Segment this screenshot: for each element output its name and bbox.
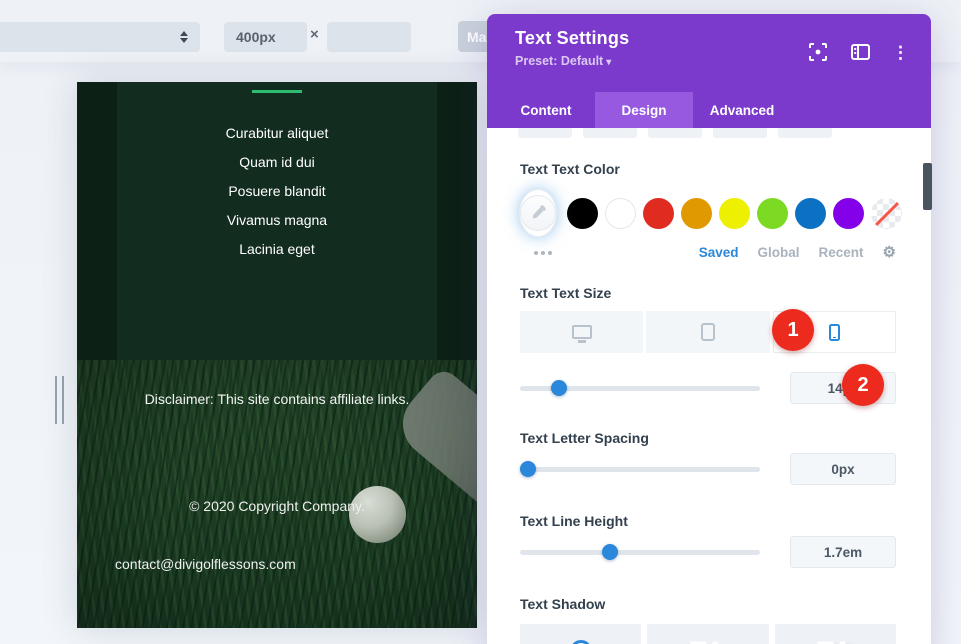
shadow-preset-down[interactable]: TA bbox=[647, 624, 768, 644]
slider-handle[interactable] bbox=[551, 380, 567, 396]
cut-off-button[interactable] bbox=[518, 128, 572, 138]
footer-link[interactable]: Curabitur aliquet bbox=[77, 119, 477, 148]
color-swatch-purple[interactable] bbox=[833, 198, 864, 229]
text-size-label: Text Text Size bbox=[520, 285, 896, 301]
sidebar-layout-icon[interactable] bbox=[850, 42, 870, 62]
text-size-slider[interactable] bbox=[520, 380, 760, 396]
chevron-down-icon: ▾ bbox=[606, 57, 611, 68]
tab-content[interactable]: Content bbox=[497, 92, 595, 128]
text-size-control: 14px bbox=[520, 372, 896, 404]
no-shadow-icon bbox=[570, 640, 592, 644]
footer-grass-section: Disclaimer: This site contains affiliate… bbox=[77, 360, 477, 628]
modal-tab-bar: Content Design Advanced bbox=[487, 92, 931, 128]
page-preview: Curabitur aliquet Quam id dui Posuere bl… bbox=[77, 82, 477, 628]
responsive-device-tabs bbox=[520, 311, 896, 353]
slider-handle[interactable] bbox=[602, 544, 618, 560]
cut-off-button[interactable] bbox=[648, 128, 702, 138]
select-stepper-icon bbox=[180, 31, 188, 43]
color-picker-button[interactable] bbox=[520, 190, 556, 236]
desktop-icon bbox=[572, 325, 592, 339]
global-colors-link[interactable]: Global bbox=[758, 245, 800, 260]
letter-spacing-control: 0px bbox=[520, 453, 896, 485]
device-tab-tablet[interactable] bbox=[646, 311, 769, 353]
more-colors-dots-icon[interactable] bbox=[520, 251, 566, 255]
footer-link[interactable]: Quam id dui bbox=[77, 148, 477, 177]
footer-link[interactable]: Vivamus magna bbox=[77, 206, 477, 235]
annotation-badge-2: 2 bbox=[842, 364, 884, 406]
line-height-value[interactable]: 1.7em bbox=[790, 536, 896, 568]
footer-link[interactable]: Posuere blandit bbox=[77, 177, 477, 206]
focus-mode-icon[interactable] bbox=[808, 42, 828, 62]
green-divider-line bbox=[252, 90, 302, 93]
preview-resize-handle[interactable] bbox=[55, 376, 71, 424]
tab-design[interactable]: Design bbox=[595, 92, 693, 128]
copyright-text: © 2020 Copyright Company. bbox=[77, 498, 477, 514]
line-height-slider[interactable] bbox=[520, 544, 760, 560]
dimension-multiply-sign: × bbox=[310, 26, 319, 43]
color-swatch-none[interactable] bbox=[871, 198, 902, 229]
more-options-icon[interactable]: ⋮ bbox=[892, 44, 909, 61]
gear-icon[interactable]: ⚙ bbox=[883, 245, 896, 260]
color-swatches bbox=[567, 198, 902, 229]
color-swatch-row bbox=[520, 190, 896, 236]
tablet-icon bbox=[701, 323, 715, 341]
preview-zoom-select[interactable] bbox=[0, 22, 200, 52]
footer-links-list: Curabitur aliquet Quam id dui Posuere bl… bbox=[77, 119, 477, 264]
disclaimer-text: Disclaimer: This site contains affiliate… bbox=[77, 391, 477, 407]
saved-colors-link[interactable]: Saved bbox=[699, 245, 739, 260]
letter-spacing-slider[interactable] bbox=[520, 461, 760, 477]
preview-height-input[interactable] bbox=[327, 22, 411, 52]
text-color-label: Text Text Color bbox=[520, 161, 896, 177]
eyedropper-icon bbox=[520, 195, 556, 231]
divi-builder-canvas: 400px × Ma Curabitur aliquet Quam id dui… bbox=[0, 0, 961, 644]
scrolled-buttons-row bbox=[518, 128, 896, 138]
line-height-label: Text Line Height bbox=[520, 513, 896, 529]
slider-handle[interactable] bbox=[520, 461, 536, 477]
text-shadow-presets: TA TA bbox=[520, 624, 896, 644]
footer-link[interactable]: Lacinia eget bbox=[77, 235, 477, 264]
cut-off-button[interactable] bbox=[778, 128, 832, 138]
color-swatch-yellow[interactable] bbox=[719, 198, 750, 229]
color-swatch-blue[interactable] bbox=[795, 198, 826, 229]
color-swatch-white[interactable] bbox=[605, 198, 636, 229]
preview-width-input[interactable]: 400px bbox=[224, 22, 307, 52]
text-shadow-label: Text Shadow bbox=[520, 596, 896, 612]
modal-header: Text Settings Preset: Default▾ bbox=[487, 14, 931, 92]
color-swatch-black[interactable] bbox=[567, 198, 598, 229]
letter-spacing-value[interactable]: 0px bbox=[790, 453, 896, 485]
color-manage-row: Saved Global Recent ⚙ bbox=[520, 245, 896, 260]
color-swatch-orange[interactable] bbox=[681, 198, 712, 229]
color-swatch-red[interactable] bbox=[643, 198, 674, 229]
letter-spacing-label: Text Letter Spacing bbox=[520, 430, 896, 446]
device-tab-desktop[interactable] bbox=[520, 311, 643, 353]
annotation-badge-1: 1 bbox=[772, 309, 814, 351]
color-swatch-green[interactable] bbox=[757, 198, 788, 229]
contact-email-text[interactable]: contact@divigolflessons.com bbox=[115, 556, 296, 572]
phone-icon bbox=[829, 324, 840, 341]
recent-colors-link[interactable]: Recent bbox=[819, 245, 864, 260]
tab-advanced[interactable]: Advanced bbox=[693, 92, 791, 128]
cut-off-button[interactable] bbox=[713, 128, 767, 138]
footer-links-section: Curabitur aliquet Quam id dui Posuere bl… bbox=[77, 82, 477, 360]
shadow-preset-diagonal[interactable]: TA bbox=[775, 624, 896, 644]
text-settings-modal: Text Settings Preset: Default▾ bbox=[487, 14, 931, 644]
shadow-preset-none[interactable] bbox=[520, 624, 641, 644]
panel-scrollbar[interactable] bbox=[923, 163, 932, 210]
line-height-control: 1.7em bbox=[520, 536, 896, 568]
cut-off-button[interactable] bbox=[583, 128, 637, 138]
